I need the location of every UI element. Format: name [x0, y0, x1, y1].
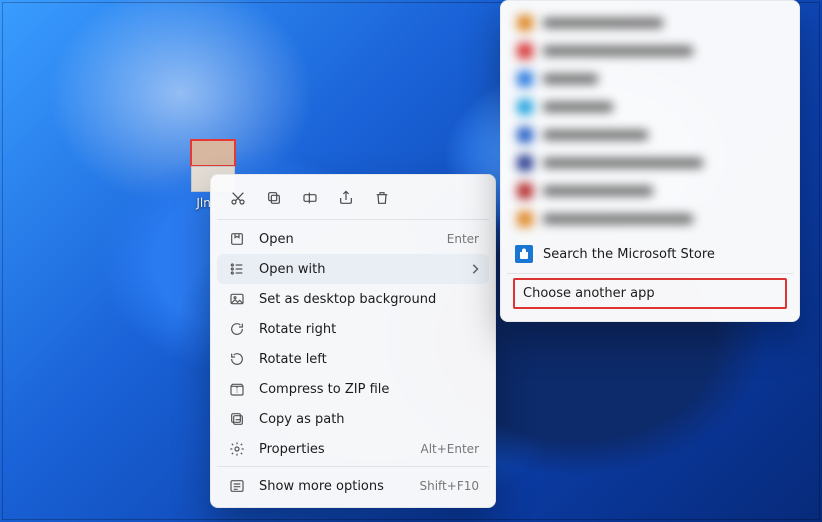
blurred-app-list [507, 7, 793, 237]
menu-open-with[interactable]: Open with [217, 254, 489, 284]
cut-icon[interactable] [227, 187, 249, 209]
menu-show-more[interactable]: Show more options Shift+F10 [217, 471, 489, 501]
menu-label: Set as desktop background [259, 292, 479, 307]
more-options-icon [227, 478, 247, 494]
share-icon[interactable] [335, 187, 357, 209]
file-thumb-selected [191, 140, 235, 166]
image-icon [227, 291, 247, 307]
copy-icon[interactable] [263, 187, 285, 209]
context-menu: Open Enter Open with Set as desktop back… [210, 174, 496, 508]
zip-icon [227, 381, 247, 397]
search-microsoft-store[interactable]: Search the Microsoft Store [507, 237, 793, 271]
rotate-right-icon [227, 321, 247, 337]
menu-copy-path[interactable]: Copy as path [217, 404, 489, 434]
rename-icon[interactable] [299, 187, 321, 209]
menu-label: Open with [259, 262, 471, 277]
menu-label: Rotate left [259, 352, 479, 367]
menu-compress-zip[interactable]: Compress to ZIP file [217, 374, 489, 404]
menu-label: Compress to ZIP file [259, 382, 479, 397]
menu-rotate-left[interactable]: Rotate left [217, 344, 489, 374]
open-icon [227, 231, 247, 247]
quick-action-row [217, 181, 489, 217]
menu-label: Properties [259, 442, 420, 457]
chevron-right-icon [471, 264, 479, 274]
choose-another-app[interactable]: Choose another app [513, 278, 787, 309]
menu-label: Copy as path [259, 412, 479, 427]
menu-label: Rotate right [259, 322, 479, 337]
copy-path-icon [227, 411, 247, 427]
menu-hint: Alt+Enter [420, 442, 479, 456]
menu-label: Open [259, 232, 447, 247]
separator [217, 466, 489, 467]
submenu-label: Choose another app [523, 286, 655, 301]
open-with-icon [227, 261, 247, 277]
menu-properties[interactable]: Properties Alt+Enter [217, 434, 489, 464]
menu-set-background[interactable]: Set as desktop background [217, 284, 489, 314]
open-with-submenu: Search the Microsoft Store Choose anothe… [500, 0, 800, 322]
menu-label: Show more options [259, 479, 419, 494]
ms-store-icon [515, 245, 533, 263]
properties-icon [227, 441, 247, 457]
menu-open[interactable]: Open Enter [217, 224, 489, 254]
rotate-left-icon [227, 351, 247, 367]
submenu-label: Search the Microsoft Store [543, 247, 715, 262]
menu-hint: Shift+F10 [419, 479, 479, 493]
delete-icon[interactable] [371, 187, 393, 209]
separator [507, 273, 793, 274]
separator [217, 219, 489, 220]
menu-rotate-right[interactable]: Rotate right [217, 314, 489, 344]
menu-hint: Enter [447, 232, 479, 246]
